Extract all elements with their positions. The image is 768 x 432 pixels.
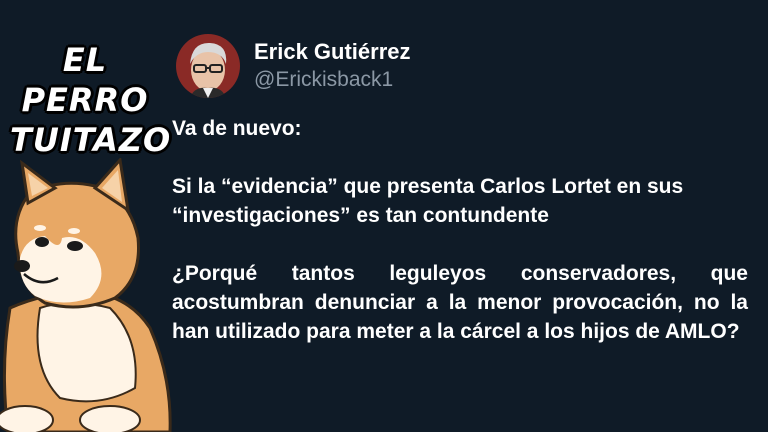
tweet-paragraph-3: ¿Porqué tantos leguleyos conservadores, … <box>172 262 748 343</box>
author-handle[interactable]: @Erickisback1 <box>254 66 411 94</box>
shiba-dog-illustration <box>0 158 172 432</box>
tweet-paragraph-2: Si la “evidencia” que presenta Carlos Lo… <box>172 175 684 227</box>
author-display-name[interactable]: Erick Gutiérrez <box>254 38 411 66</box>
author-avatar[interactable] <box>176 34 240 98</box>
author-avatar-image <box>176 34 240 98</box>
brand-line-2: TUITAZO <box>10 121 172 159</box>
brand-logo: EL PERRO TUITAZO <box>10 40 172 160</box>
tweet-author-header: Erick Gutiérrez @Erickisback1 <box>176 26 506 106</box>
tweet-body: Va de nuevo: Si la “evidencia” que prese… <box>172 114 748 346</box>
tweet-paragraph-1: Va de nuevo: <box>172 117 302 140</box>
brand-line-1: EL PERRO <box>21 41 149 119</box>
